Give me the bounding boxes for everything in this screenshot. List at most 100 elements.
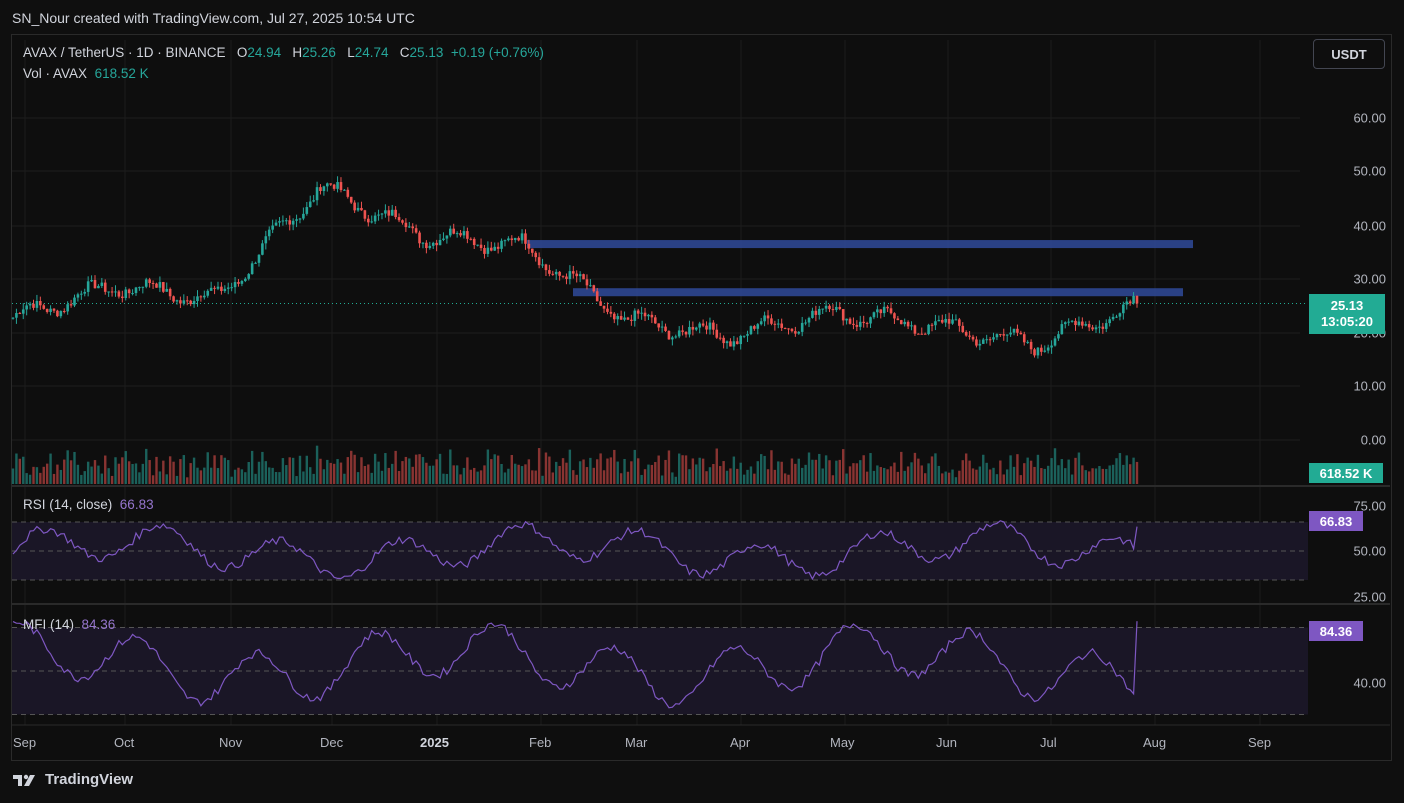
volume-bar [257, 461, 261, 484]
time-tick: Mar [625, 735, 648, 750]
volume-bar [117, 463, 121, 484]
symbol-name[interactable]: AVAX / TetherUS · 1D · BINANCE [23, 45, 226, 60]
candle-body [431, 242, 435, 246]
volume-bar [678, 453, 681, 484]
mfi-label[interactable]: MFI (14) [23, 617, 74, 632]
candle-body [571, 271, 575, 274]
candle-body [165, 288, 169, 292]
candle-body [1033, 349, 1036, 356]
candle-body [192, 301, 196, 305]
candle-body [267, 229, 271, 237]
candle-body [49, 308, 52, 312]
volume-bar [175, 475, 179, 484]
volume-bar [121, 457, 124, 484]
low-label: L [347, 45, 355, 60]
volume-bar [954, 477, 958, 484]
candle-body [1053, 338, 1057, 346]
volume-bar [1029, 460, 1033, 484]
volume-bar [49, 453, 52, 484]
volume-bar [1012, 466, 1016, 484]
candle-body [951, 319, 954, 324]
rsi-value: 66.83 [119, 497, 154, 512]
candle-body [315, 187, 319, 201]
volume-bar [882, 467, 886, 484]
time-tick: Nov [219, 735, 243, 750]
candle-body [346, 189, 350, 197]
volume-bar [39, 472, 42, 484]
volume-bar [964, 453, 968, 484]
volume-bar [514, 463, 517, 484]
candle-body [759, 321, 763, 325]
volume-bar [425, 462, 428, 484]
volume-bar [97, 465, 100, 484]
volume-bar [722, 461, 725, 484]
volume-label[interactable]: Vol · AVAX [23, 66, 87, 81]
candle-body [445, 235, 449, 239]
volume-bar [1122, 464, 1125, 484]
candle-body [845, 318, 848, 321]
candle-body [640, 312, 643, 314]
currency-button[interactable]: USDT [1313, 39, 1385, 69]
volume-bar [391, 463, 394, 484]
candle-body [677, 330, 681, 337]
volume-bar [951, 469, 954, 484]
rsi-label[interactable]: RSI (14, close) [23, 497, 112, 512]
candle-body [349, 196, 353, 203]
candle-body [657, 323, 661, 328]
volume-bar [804, 464, 807, 484]
candle-body [718, 337, 722, 339]
candle-body [308, 201, 312, 208]
volume-bar [1036, 454, 1040, 484]
candle-body [517, 237, 520, 241]
volume-bar [76, 464, 80, 484]
volume-bar [220, 455, 223, 484]
volume-bar [186, 477, 189, 484]
volume-bar [165, 474, 168, 484]
volume-bar [438, 453, 442, 484]
last-price: 25.13 [1330, 298, 1364, 313]
volume-bar [1033, 466, 1036, 484]
candle-body [530, 248, 534, 253]
candle-body [25, 305, 28, 310]
candle-body [643, 312, 647, 317]
candle-body [151, 282, 155, 284]
tradingview-logo-icon [13, 774, 35, 786]
volume-bar [1084, 470, 1087, 484]
candle-body [964, 332, 968, 336]
candle-body [329, 183, 333, 185]
candle-body [295, 219, 298, 221]
time-tick: Jun [936, 735, 957, 750]
volume-bar [466, 457, 469, 484]
volume-bar [45, 463, 49, 484]
candle-body [209, 287, 213, 291]
volume-bar [445, 473, 449, 484]
volume-bar [657, 455, 660, 484]
volume-bar [469, 469, 472, 484]
volume-bar [42, 466, 45, 484]
price-tick: 60.00 [1353, 110, 1386, 126]
chart-canvas[interactable] [0, 0, 1404, 803]
volume-bar [787, 474, 790, 484]
candle-body [240, 281, 244, 284]
volume-bar [35, 467, 39, 484]
candle-body [28, 303, 32, 306]
resistance-zone [573, 288, 1183, 297]
volume-bar [110, 475, 114, 484]
volume-bar [1094, 468, 1098, 484]
volume-bar [811, 459, 814, 484]
candle-body [59, 311, 63, 317]
volume-bar [1046, 465, 1050, 484]
volume-bar [326, 459, 329, 484]
volume-bar [619, 473, 623, 484]
volume-bar [162, 460, 165, 484]
tradingview-logo[interactable]: TradingView [13, 771, 133, 788]
candle-body [1036, 347, 1040, 356]
volume-bar [770, 450, 773, 484]
candle-body [923, 333, 927, 335]
volume-bar [209, 467, 213, 484]
volume-bar [872, 470, 876, 484]
candle-body [486, 247, 490, 254]
time-tick: Feb [529, 735, 552, 750]
rsi-tick: 25.00 [1353, 589, 1386, 605]
candle-body [363, 210, 367, 219]
